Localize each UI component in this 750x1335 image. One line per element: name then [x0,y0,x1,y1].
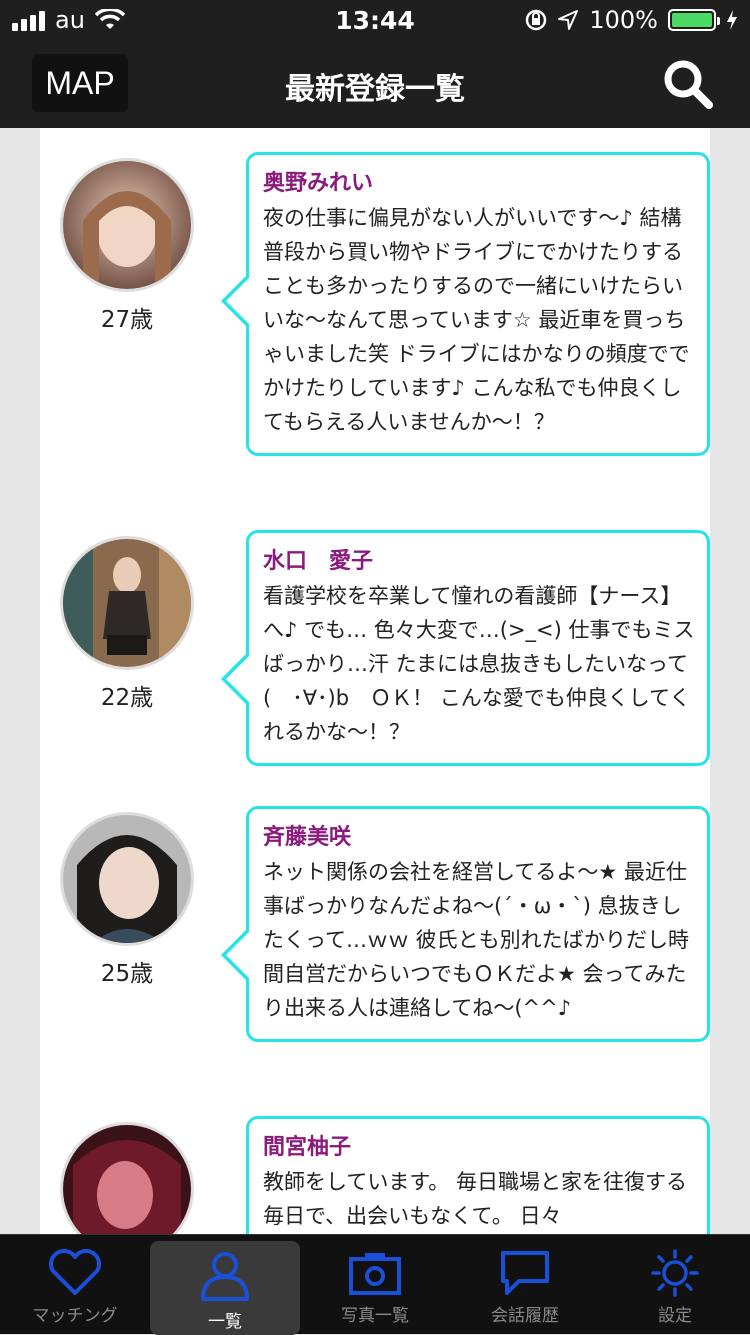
camera-icon [349,1253,401,1295]
age-label: 22歳 [100,685,154,711]
tab-label: 一覧 [208,1312,242,1332]
message-bubble[interactable]: 奥野みれい 夜の仕事に偏見がない人がいいです～♪ 結構普段から買い物やドライブに… [221,152,710,456]
profile-message: ネット関係の会社を経営してるよ～★ 最近仕事ばっかりなんだよね～(´・ω・`) … [263,860,690,1020]
tab-history[interactable]: 会話履歴 [450,1235,600,1335]
person-icon [201,1252,249,1301]
heart-icon [49,1249,101,1295]
profile-message: 教師をしています。 毎日職場と家を往復する毎日で、出会いもなくて。 日々 [263,1170,687,1228]
status-bar: au 13:44 100% [0,0,750,40]
charging-bolt-icon [727,10,737,30]
profile-name: 水口 愛子 [263,549,374,574]
message-bubble[interactable]: 斉藤美咲 ネット関係の会社を経営してるよ～★ 最近仕事ばっかりなんだよね～(´・… [221,806,710,1042]
message-bubble[interactable]: 水口 愛子 看護学校を卒業して憧れの看護師【ナース】へ♪ でも… 色々大変で…(… [221,530,710,766]
avatar[interactable] [60,158,194,292]
tab-label: 設定 [658,1306,692,1326]
message-bubble[interactable]: 間宮柚子 教師をしています。 毎日職場と家を往復する毎日で、出会いもなくて。 日… [246,1116,710,1234]
tab-label: 会話履歴 [491,1306,559,1326]
profile-name: 奥野みれい [263,171,374,196]
tab-photos[interactable]: 写真一覧 [300,1235,450,1335]
page-title: 最新登録一覧 [285,72,465,107]
search-icon[interactable] [662,58,714,110]
tab-label: マッチング [32,1306,118,1326]
orientation-lock-icon [526,9,547,31]
tab-matching[interactable]: マッチング [0,1235,150,1335]
avatar[interactable] [60,812,194,946]
age-label: 27歳 [100,307,154,333]
avatar[interactable] [60,536,194,670]
profile-name: 斉藤美咲 [263,825,352,850]
age-label: 25歳 [100,961,154,987]
status-right: 100% [525,6,738,34]
tab-bar: マッチング 一覧 写真一覧 会話履歴 設定 [0,1234,750,1335]
tab-list[interactable]: 一覧 [150,1241,300,1335]
profile-list[interactable]: 27歳 奥野みれい 夜の仕事に偏見がない人がいいです～♪ 結構普段から買い物やド… [40,128,710,1234]
profile-name: 間宮柚子 [263,1135,352,1160]
tab-settings[interactable]: 設定 [600,1235,750,1335]
header: MAP 最新登録一覧 [0,40,750,128]
tab-label: 写真一覧 [341,1306,409,1326]
location-arrow-icon [558,10,579,30]
battery-percent: 100% [589,6,658,34]
profile-message: 看護学校を卒業して憧れの看護師【ナース】へ♪ でも… 色々大変で…(>_<) 仕… [263,584,695,744]
battery-icon [668,9,720,31]
chat-bubble-icon [501,1251,549,1295]
profile-message: 夜の仕事に偏見がない人がいいです～♪ 結構普段から買い物やドライブにでかけたりす… [263,206,690,434]
avatar[interactable] [60,1122,194,1234]
sun-gear-icon [651,1249,699,1297]
